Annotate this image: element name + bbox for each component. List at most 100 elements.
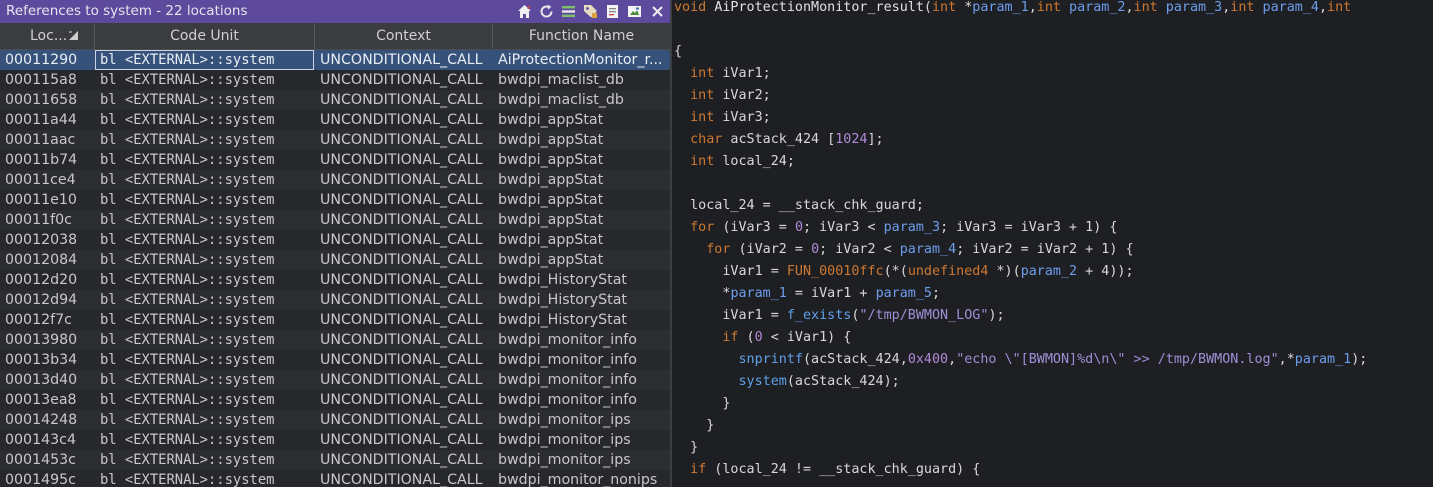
cell-context: UNCONDITIONAL_CALL [320,452,483,468]
cell-location: 00011e10 [5,192,77,208]
column-header-code-unit[interactable]: Code Unit [95,23,315,49]
cell-context: UNCONDITIONAL_CALL [320,312,483,328]
code-line[interactable]: if (local_24 != __stack_chk_guard) { [674,459,980,481]
code-token: param_1 [1294,352,1352,367]
document-icon[interactable] [604,2,621,21]
table-row[interactable]: 00012d20 bl <EXTERNAL>::system UNCONDITION… [0,270,670,290]
table-row[interactable]: 00011aac bl <EXTERNAL>::system UNCONDITION… [0,130,670,150]
code-token: int [690,66,715,81]
code-line[interactable]: int iVar2; [674,85,771,107]
code-line[interactable]: iVar1 = f_exists("/tmp/BWMON_LOG"); [674,305,1004,327]
code-token: local_24; [714,154,795,169]
table-row[interactable]: 00011b74 bl <EXTERNAL>::system UNCONDITION… [0,150,670,170]
cell-function-name: bwdpi_appStat [498,232,604,248]
table-row[interactable]: 00011ce4 bl <EXTERNAL>::system UNCONDITION… [0,170,670,190]
table-row[interactable]: 00013ea8 bl <EXTERNAL>::system UNCONDITION… [0,390,670,410]
code-token: "echo \"[BWMON]%d\n\" >> /tmp/BWMON.log" [956,352,1279,367]
table-row[interactable]: 00012d94 bl <EXTERNAL>::system UNCONDITION… [0,290,670,310]
code-token: int [690,154,715,169]
decompiler-pane[interactable]: void AiProtectionMonitor_result(int *par… [672,0,1433,487]
column-header-location-label: Loc... [30,28,68,44]
code-line[interactable]: for (iVar2 = 0; iVar2 < param_4; iVar2 =… [674,239,1133,261]
cell-function-name: bwdpi_appStat [498,252,604,268]
table-row[interactable]: 000115a8 bl <EXTERNAL>::system UNCONDITION… [0,70,670,90]
code-line[interactable]: for (iVar3 = 0; iVar3 < param_3; iVar3 =… [674,217,1117,239]
code-line[interactable]: if (0 < iVar1) { [674,327,851,349]
code-line[interactable]: void AiProtectionMonitor_result(int *par… [674,0,1351,19]
column-header-function-name[interactable]: Function Name [493,23,670,49]
column-header-context[interactable]: Context [315,23,493,49]
table-row[interactable]: 00011f0c bl <EXTERNAL>::system UNCONDITION… [0,210,670,230]
code-token: (acStack_424, [803,352,908,367]
cell-code-unit: bl <EXTERNAL>::system [100,432,275,448]
tag-icon[interactable] [582,2,599,21]
cell-context: UNCONDITIONAL_CALL [320,392,483,408]
table-row[interactable]: 00012084 bl <EXTERNAL>::system UNCONDITION… [0,250,670,270]
snapshot-icon[interactable] [626,2,643,21]
code-line[interactable]: iVar1 = FUN_00010ffc(*(undefined4 *)(par… [674,261,1133,283]
references-titlebar: References to system - 22 locations [0,0,670,23]
code-token: iVar1 = [674,308,787,323]
code-token: acStack_424 [ [722,132,836,147]
table-row[interactable]: 00013b34 bl <EXTERNAL>::system UNCONDITION… [0,350,670,370]
table-row[interactable]: 0001453c bl <EXTERNAL>::system UNCONDITION… [0,450,670,470]
cell-function-name: bwdpi_appStat [498,172,604,188]
code-token: , [1318,0,1328,15]
cell-function-name: bwdpi_monitor_info [498,332,637,348]
code-line[interactable]: local_24 = __stack_chk_guard; [674,195,924,217]
code-line[interactable]: snprintf(acStack_424,0x400,"echo \"[BWMO… [674,349,1368,371]
code-line[interactable]: } [674,393,730,415]
table-row[interactable]: 0001495c bl <EXTERNAL>::system UNCONDITION… [0,470,670,487]
code-token: system [738,374,787,389]
code-token: for [706,242,731,257]
table-row[interactable]: 00011a44 bl <EXTERNAL>::system UNCONDITION… [0,110,670,130]
code-token: int [690,88,715,103]
cell-location: 00012d20 [5,272,78,288]
table-row[interactable]: 00013d40 bl <EXTERNAL>::system UNCONDITION… [0,370,670,390]
code-line[interactable]: int local_24; [674,151,795,173]
code-token: int [1133,0,1158,15]
table-row[interactable]: 00014248 bl <EXTERNAL>::system UNCONDITION… [0,410,670,430]
cell-context: UNCONDITIONAL_CALL [320,232,483,248]
cell-context: UNCONDITIONAL_CALL [320,432,483,448]
code-line[interactable]: *param_1 = iVar1 + param_5; [674,283,940,305]
column-header-location[interactable]: Loc... [0,23,95,49]
code-token: < iVar1) { [762,330,852,345]
table-row[interactable]: 00013980 bl <EXTERNAL>::system UNCONDITION… [0,330,670,350]
cell-code-unit: bl <EXTERNAL>::system [100,152,275,168]
table-row[interactable]: 000143c4 bl <EXTERNAL>::system UNCONDITION… [0,430,670,450]
code-line[interactable]: } [674,415,714,437]
code-line[interactable]: int iVar1; [674,63,771,85]
code-line[interactable]: } [674,437,698,459]
code-line[interactable]: { [674,41,682,63]
code-token: , [948,352,957,367]
code-token: int [690,110,715,125]
cell-location: 00011b74 [5,152,78,168]
code-token: ; iVar2 < [819,242,900,257]
cell-context: UNCONDITIONAL_CALL [320,112,483,128]
code-token: param_2 [1069,0,1126,15]
table-row[interactable]: 00011290 bl <EXTERNAL>::system UNCONDITION… [0,50,670,70]
code-token: , [1028,0,1037,15]
table-row[interactable]: 00011658 bl <EXTERNAL>::system UNCONDITION… [0,90,670,110]
home-icon[interactable] [516,2,533,21]
code-line[interactable]: int iVar3; [674,107,771,129]
code-line[interactable]: char acStack_424 [1024]; [674,129,884,151]
close-icon[interactable] [649,2,666,21]
cell-context: UNCONDITIONAL_CALL [320,172,483,188]
table-row[interactable]: 00012038 bl <EXTERNAL>::system UNCONDITION… [0,230,670,250]
code-line[interactable]: system(acStack_424); [674,371,900,393]
cell-location: 00013ea8 [5,392,77,408]
table-row[interactable]: 00011e10 bl <EXTERNAL>::system UNCONDITION… [0,190,670,210]
cell-function-name: AiProtectionMonitor_r... [498,52,663,68]
code-token: local_24 = __stack_chk_guard; [674,198,924,213]
refresh-icon[interactable] [538,2,555,21]
list-icon[interactable] [560,2,577,21]
table-row[interactable]: 00012f7c bl <EXTERNAL>::system UNCONDITION… [0,310,670,330]
